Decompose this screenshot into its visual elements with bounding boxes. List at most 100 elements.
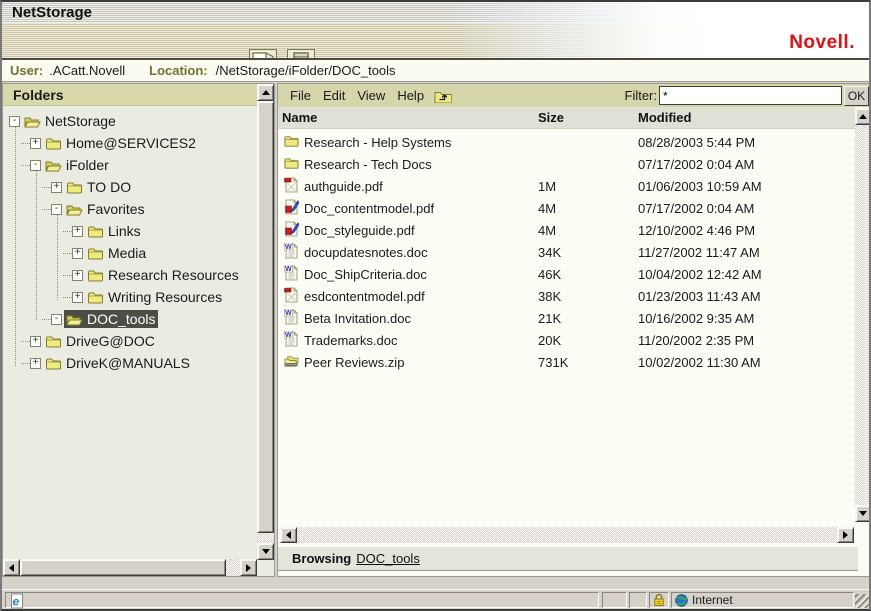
status-zone-pane: Internet xyxy=(671,592,854,608)
sidebar-item-drivek-manuals[interactable]: + DriveK@MANUALS xyxy=(3,352,257,374)
folder-entry[interactable]: Research Resources xyxy=(85,266,242,284)
column-modified[interactable]: Modified xyxy=(638,110,855,125)
file-row[interactable]: Research - Tech Docs 07/17/2002 0:04 AM xyxy=(278,153,855,175)
file-row[interactable]: Doc_styleguide.pdf 4M 12/10/2002 4:46 PM xyxy=(278,219,855,241)
sidebar-item-media[interactable]: + Media xyxy=(3,242,257,264)
menu-edit[interactable]: Edit xyxy=(323,88,345,103)
selected-folder[interactable]: DOC_tools xyxy=(64,310,159,328)
expand-toggle[interactable]: + xyxy=(72,269,83,281)
column-name[interactable]: Name xyxy=(282,110,538,125)
sidebar-item-links[interactable]: + Links xyxy=(3,220,257,242)
collapse-toggle[interactable]: - xyxy=(51,313,62,325)
file-row[interactable]: Peer Reviews.zip 731K 10/02/2002 11:30 AM xyxy=(278,351,855,373)
status-pane-2 xyxy=(629,592,647,608)
sidebar-item-ifolder[interactable]: - iFolder xyxy=(3,154,257,176)
sidebar-item-doc-tools[interactable]: - DOC_tools xyxy=(3,308,257,330)
list-vscroll-up-button[interactable] xyxy=(855,108,869,125)
expand-toggle[interactable]: + xyxy=(72,225,83,237)
file-row[interactable]: Doc_contentmodel.pdf 4M 07/17/2002 0:04 AM xyxy=(278,197,855,219)
file-row[interactable]: Doc_ShipCriteria.doc 46K 10/04/2002 12:42 … xyxy=(278,263,855,285)
file-name[interactable]: Doc_contentmodel.pdf xyxy=(304,201,538,216)
sidebar-item-home-services2[interactable]: + Home@SERVICES2 xyxy=(3,132,257,154)
list-hscroll-left-button[interactable] xyxy=(280,527,297,543)
folder-entry[interactable]: Favorites xyxy=(64,200,148,218)
resize-grip[interactable] xyxy=(855,594,869,608)
file-row[interactable]: Research - Help Systems 08/28/2003 5:44 P… xyxy=(278,131,855,153)
column-size[interactable]: Size xyxy=(538,110,638,125)
file-name[interactable]: Research - Tech Docs xyxy=(304,157,538,172)
folder-label: DriveK@MANUALS xyxy=(66,355,190,371)
file-row[interactable]: docupdatesnotes.doc 34K 11/27/2002 11:47 A… xyxy=(278,241,855,263)
lock-icon xyxy=(653,593,665,607)
folders-vscroll-up-button[interactable] xyxy=(257,84,274,101)
browsing-label: Browsing xyxy=(292,551,352,566)
folders-hscroll-right-button[interactable] xyxy=(240,559,257,576)
menu-file[interactable]: File xyxy=(290,88,311,103)
sidebar-item-writing-resources[interactable]: + Writing Resources xyxy=(3,286,257,308)
tree-connector xyxy=(63,230,72,232)
file-row[interactable]: Trademarks.doc 20K 11/20/2002 2:35 PM xyxy=(278,329,855,351)
file-name[interactable]: Trademarks.doc xyxy=(304,333,538,348)
file-name[interactable]: Research - Help Systems xyxy=(304,135,538,150)
file-name[interactable]: docupdatesnotes.doc xyxy=(304,245,538,260)
folders-hscroll-left-button[interactable] xyxy=(3,559,20,576)
file-modified: 10/04/2002 12:42 AM xyxy=(638,266,762,282)
word-doc-icon xyxy=(284,265,299,281)
pdf-edit-file-icon xyxy=(284,221,299,237)
sidebar-item-research-resources[interactable]: + Research Resources xyxy=(3,264,257,286)
folder-entry[interactable]: TO DO xyxy=(64,178,134,196)
folders-vscroll-thumb[interactable] xyxy=(257,101,274,533)
sidebar-item-to-do[interactable]: + TO DO xyxy=(3,176,257,198)
folder-entry[interactable]: NetStorage xyxy=(22,112,119,130)
file-row[interactable]: Beta Invitation.doc 21K 10/16/2002 9:35 AM xyxy=(278,307,855,329)
folder-entry[interactable]: Links xyxy=(85,222,144,240)
location-value: /NetStorage/iFolder/DOC_tools xyxy=(215,63,396,78)
browsing-folder-link[interactable]: DOC_tools xyxy=(356,551,420,566)
sidebar-item-netstorage[interactable]: - NetStorage xyxy=(3,110,257,132)
file-modified: 11/20/2002 2:35 PM xyxy=(638,332,755,348)
folder-entry[interactable]: iFolder xyxy=(43,156,112,174)
file-name[interactable]: esdcontentmodel.pdf xyxy=(304,289,538,304)
word-doc-icon xyxy=(284,243,299,259)
expand-toggle[interactable]: + xyxy=(72,291,83,303)
file-name[interactable]: authguide.pdf xyxy=(304,179,538,194)
collapse-toggle[interactable]: - xyxy=(51,203,62,215)
file-name[interactable]: Doc_ShipCriteria.doc xyxy=(304,267,538,282)
menu-help[interactable]: Help xyxy=(397,88,424,103)
file-size: 20K xyxy=(538,332,562,348)
file-modified: 12/10/2002 4:46 PM xyxy=(638,222,756,238)
folder-entry[interactable]: Home@SERVICES2 xyxy=(43,134,199,152)
folder-up-icon[interactable] xyxy=(434,89,452,103)
folder-entry[interactable]: Writing Resources xyxy=(85,288,225,306)
folders-hscroll-thumb[interactable] xyxy=(20,559,226,576)
file-name[interactable]: Doc_styleguide.pdf xyxy=(304,223,538,238)
file-modified: 10/16/2002 9:35 AM xyxy=(638,310,755,326)
expand-toggle[interactable]: + xyxy=(51,181,62,193)
folder-entry[interactable]: DriveK@MANUALS xyxy=(43,354,193,372)
expand-toggle[interactable]: + xyxy=(72,247,83,259)
expand-toggle[interactable]: + xyxy=(30,137,41,149)
folder-entry[interactable]: Media xyxy=(85,244,149,262)
filter-ok-button[interactable]: OK xyxy=(844,86,869,106)
file-name[interactable]: Peer Reviews.zip xyxy=(304,355,538,370)
folders-vscroll-down-button[interactable] xyxy=(257,543,274,560)
list-hscroll-right-button[interactable] xyxy=(837,527,854,543)
list-vscroll-track[interactable] xyxy=(855,125,869,505)
menu-view[interactable]: View xyxy=(357,88,385,103)
expand-toggle[interactable]: + xyxy=(30,357,41,369)
folder-closed-icon xyxy=(45,335,62,348)
collapse-toggle[interactable]: - xyxy=(30,159,41,171)
file-row[interactable]: authguide.pdf 1M 01/06/2003 10:59 AM xyxy=(278,175,855,197)
filter-input[interactable] xyxy=(659,86,842,105)
toolbar xyxy=(2,23,869,76)
sidebar-item-favorites[interactable]: - Favorites xyxy=(3,198,257,220)
collapse-toggle[interactable]: - xyxy=(9,115,20,127)
list-hscroll-track[interactable] xyxy=(297,527,837,543)
sidebar-item-driveg-doc[interactable]: + DriveG@DOC xyxy=(3,330,257,352)
expand-toggle[interactable]: + xyxy=(30,335,41,347)
folder-label: NetStorage xyxy=(45,113,116,129)
folder-entry[interactable]: DriveG@DOC xyxy=(43,332,158,350)
list-vscroll-down-button[interactable] xyxy=(855,505,869,522)
file-name[interactable]: Beta Invitation.doc xyxy=(304,311,538,326)
file-row[interactable]: esdcontentmodel.pdf 38K 01/23/2003 11:43 A… xyxy=(278,285,855,307)
